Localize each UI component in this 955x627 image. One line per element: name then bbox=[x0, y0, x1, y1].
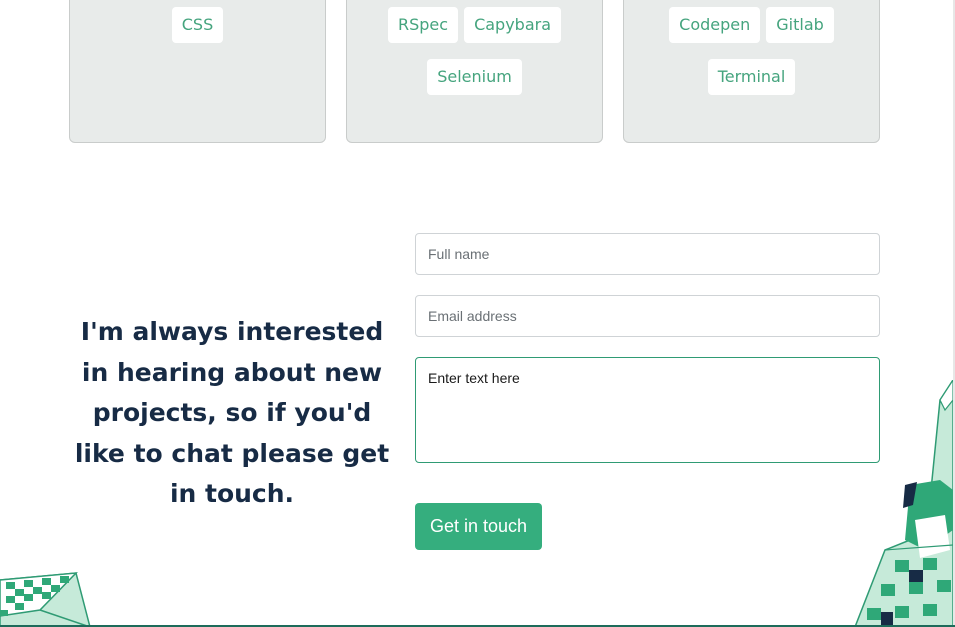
checkered-arrow-decoration-right bbox=[855, 380, 953, 627]
tag-selenium[interactable]: Selenium bbox=[427, 59, 522, 95]
tag-list: Codepen Gitlab Terminal bbox=[624, 7, 879, 95]
tag-list: CSS bbox=[70, 7, 325, 43]
email-input[interactable] bbox=[415, 295, 880, 337]
skills-card-3: Codepen Gitlab Terminal bbox=[623, 0, 880, 143]
checkered-cube-decoration-left bbox=[0, 572, 91, 627]
full-name-input[interactable] bbox=[415, 233, 880, 275]
contact-pitch-heading: I'm always interested in hearing about n… bbox=[74, 317, 390, 509]
tag-gitlab[interactable]: Gitlab bbox=[766, 7, 834, 43]
message-textarea[interactable] bbox=[415, 357, 880, 463]
tag-codepen[interactable]: Codepen bbox=[669, 7, 761, 43]
skills-card-1: CSS bbox=[69, 0, 326, 143]
tag-css[interactable]: CSS bbox=[171, 7, 224, 43]
tag-terminal[interactable]: Terminal bbox=[707, 59, 796, 95]
tag-capybara[interactable]: Capybara bbox=[464, 7, 562, 43]
skills-card-2: RSpec Capybara Selenium bbox=[346, 0, 603, 143]
get-in-touch-button[interactable]: Get in touch bbox=[415, 503, 542, 550]
tag-rspec[interactable]: RSpec bbox=[387, 7, 459, 43]
tag-list: RSpec Capybara Selenium bbox=[347, 7, 602, 95]
